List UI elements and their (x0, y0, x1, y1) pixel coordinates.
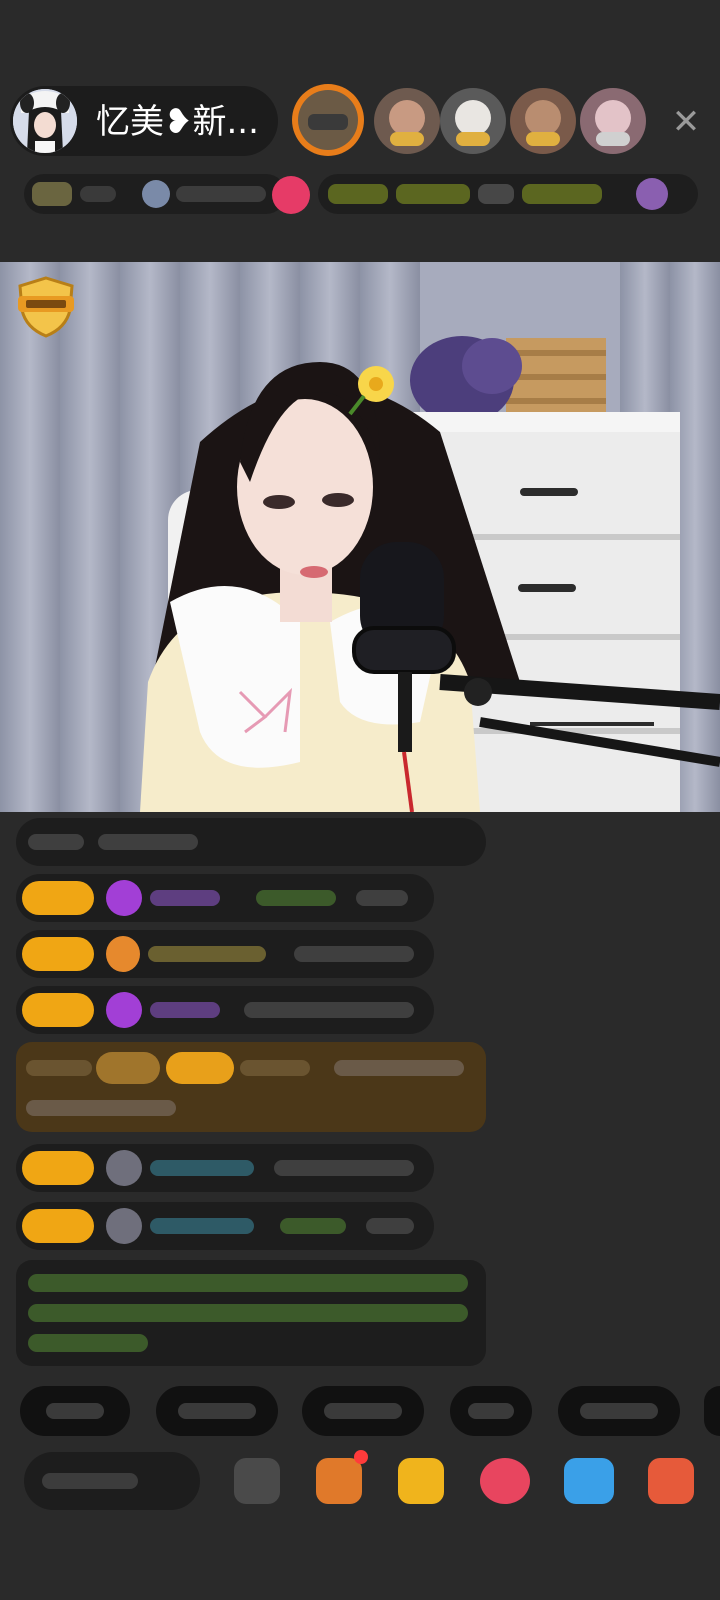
chat-text (26, 1100, 176, 1116)
chat-text (334, 1060, 464, 1076)
chat-text (356, 890, 408, 906)
quick-reply-button[interactable] (156, 1386, 278, 1436)
level-badge (22, 881, 94, 915)
level-badge (22, 1209, 94, 1243)
emoji-icon[interactable] (234, 1458, 280, 1504)
chat-text (366, 1218, 414, 1234)
chat-text (294, 946, 414, 962)
live-room: 忆美❥新... ✕ (0, 0, 720, 1600)
username (150, 1218, 254, 1234)
notice-text (28, 1304, 468, 1322)
host-info-pill[interactable]: 忆美❥新... (10, 86, 278, 156)
notice-text (28, 1334, 148, 1352)
quick-reply-text (468, 1403, 514, 1419)
username (150, 890, 220, 906)
level-badge (22, 937, 94, 971)
gift-box-icon[interactable] (316, 1458, 362, 1504)
rank-text (80, 186, 116, 202)
badge-icon (106, 936, 140, 972)
gem-icon (106, 992, 142, 1028)
chat-message (16, 1202, 434, 1250)
quick-reply-button[interactable] (558, 1386, 680, 1436)
username (150, 1160, 254, 1176)
rank-badge (32, 182, 72, 206)
chat-message (16, 874, 434, 922)
chat-message (16, 930, 434, 978)
heart-gift-icon[interactable] (480, 1458, 530, 1504)
gift-text (280, 1218, 346, 1234)
chat-text (98, 834, 198, 850)
username (148, 946, 266, 962)
chat-message (16, 986, 434, 1034)
quick-reply-text (324, 1403, 402, 1419)
more-apps-icon[interactable] (648, 1458, 694, 1504)
quick-reply-text (46, 1403, 104, 1419)
fans-icon (142, 180, 170, 208)
user-avatar (106, 1150, 142, 1186)
live-video[interactable] (0, 262, 720, 812)
notice-text (28, 1274, 468, 1292)
notification-dot (354, 1450, 368, 1464)
chat-input-placeholder (42, 1473, 138, 1489)
quick-reply-button[interactable] (704, 1386, 720, 1436)
user-avatar (106, 1208, 142, 1244)
level-badge (22, 1151, 94, 1185)
chat-input[interactable] (24, 1452, 200, 1510)
follow-icon[interactable] (272, 176, 310, 214)
gift-text (256, 890, 336, 906)
highlight-chat-message (16, 1042, 486, 1132)
tag-chip (522, 184, 602, 204)
quick-reply-text (580, 1403, 658, 1419)
system-notice (16, 1260, 486, 1366)
host-name: 忆美❥新... (96, 102, 259, 142)
level-badge (166, 1052, 234, 1084)
chat-bubble-icon[interactable] (564, 1458, 614, 1504)
audience-avatar[interactable] (440, 88, 506, 154)
close-icon[interactable]: ✕ (664, 100, 708, 144)
quick-reply-text (178, 1403, 256, 1419)
treasure-icon[interactable] (398, 1458, 444, 1504)
quick-reply-button[interactable] (20, 1386, 130, 1436)
tag-chip (396, 184, 470, 204)
tag-icon (636, 178, 668, 210)
shield-badge-icon[interactable] (16, 276, 76, 338)
chat-message (16, 818, 486, 866)
audience-avatar[interactable] (510, 88, 576, 154)
chat-text (28, 834, 84, 850)
tag-chip (328, 184, 388, 204)
level-badge (22, 993, 94, 1027)
chat-text (274, 1160, 414, 1176)
quick-reply-button[interactable] (450, 1386, 532, 1436)
audience-avatar[interactable] (292, 84, 364, 156)
username (240, 1060, 310, 1076)
audience-avatar[interactable] (374, 88, 440, 154)
tag-chip-row[interactable] (318, 174, 698, 214)
host-avatar[interactable] (13, 89, 77, 153)
gem-icon (106, 880, 142, 916)
chat-text (26, 1060, 92, 1076)
tag-chip (478, 184, 514, 204)
video-frame (0, 262, 720, 812)
rank-chip-row[interactable] (24, 174, 286, 214)
chat-text (244, 1002, 414, 1018)
audience-avatar[interactable] (580, 88, 646, 154)
username (150, 1002, 220, 1018)
fans-text (176, 186, 266, 202)
quick-reply-button[interactable] (302, 1386, 424, 1436)
vip-badge (96, 1052, 160, 1084)
chat-message (16, 1144, 434, 1192)
